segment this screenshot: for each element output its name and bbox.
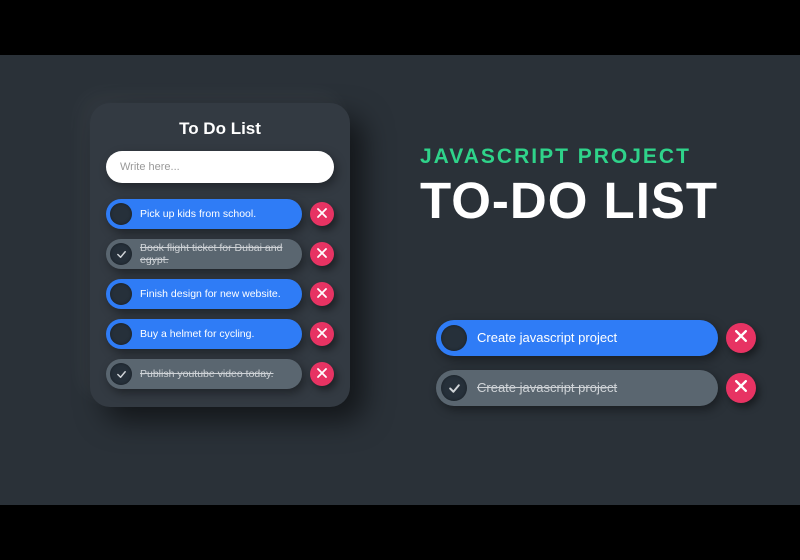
delete-button[interactable]	[310, 202, 334, 226]
task-pill[interactable]: Pick up kids from school.	[106, 199, 302, 229]
hero-title: TO-DO LIST	[420, 175, 760, 226]
status-circle-icon[interactable]	[110, 283, 132, 305]
task-row: Create javascript project	[436, 320, 756, 356]
delete-button[interactable]	[310, 242, 334, 266]
close-icon	[317, 245, 327, 263]
close-icon	[317, 325, 327, 343]
task-pill[interactable]: Create javascript project	[436, 320, 718, 356]
task-row: Finish design for new website.	[106, 279, 334, 309]
task-label: Create javascript project	[477, 331, 617, 346]
task-label: Buy a helmet for cycling.	[140, 328, 254, 340]
status-check-icon[interactable]	[110, 243, 132, 265]
app-canvas: To Do List Pick up kids from school. Boo…	[0, 55, 800, 505]
status-circle-icon[interactable]	[110, 203, 132, 225]
demo-tasks: Create javascript project Create javascr…	[436, 320, 756, 420]
new-task-input[interactable]	[106, 151, 334, 183]
close-icon	[317, 285, 327, 303]
task-pill[interactable]: Create javascript project	[436, 370, 718, 406]
task-row: Book flight ticket for Dubai and egypt.	[106, 239, 334, 269]
card-title: To Do List	[106, 119, 334, 139]
status-check-icon[interactable]	[110, 363, 132, 385]
task-pill[interactable]: Finish design for new website.	[106, 279, 302, 309]
task-row: Publish youtube video today.	[106, 359, 334, 389]
task-pill[interactable]: Buy a helmet for cycling.	[106, 319, 302, 349]
task-row: Pick up kids from school.	[106, 199, 334, 229]
close-icon	[735, 379, 747, 397]
task-pill[interactable]: Publish youtube video today.	[106, 359, 302, 389]
hero-text: JAVASCRIPT PROJECT TO-DO LIST	[420, 145, 760, 226]
delete-button[interactable]	[726, 373, 756, 403]
delete-button[interactable]	[310, 362, 334, 386]
status-check-icon[interactable]	[441, 375, 467, 401]
status-circle-icon[interactable]	[110, 323, 132, 345]
task-pill[interactable]: Book flight ticket for Dubai and egypt.	[106, 239, 302, 269]
hero-subtitle: JAVASCRIPT PROJECT	[420, 145, 760, 169]
status-circle-icon[interactable]	[441, 325, 467, 351]
task-row: Buy a helmet for cycling.	[106, 319, 334, 349]
task-label: Book flight ticket for Dubai and egypt.	[140, 242, 290, 266]
close-icon	[317, 365, 327, 383]
todo-card: To Do List Pick up kids from school. Boo…	[90, 103, 350, 407]
close-icon	[735, 329, 747, 347]
delete-button[interactable]	[310, 322, 334, 346]
task-label: Create javascript project	[477, 381, 617, 396]
delete-button[interactable]	[310, 282, 334, 306]
task-label: Pick up kids from school.	[140, 208, 256, 220]
delete-button[interactable]	[726, 323, 756, 353]
task-label: Publish youtube video today.	[140, 368, 273, 380]
close-icon	[317, 205, 327, 223]
task-row: Create javascript project	[436, 370, 756, 406]
task-label: Finish design for new website.	[140, 288, 281, 300]
